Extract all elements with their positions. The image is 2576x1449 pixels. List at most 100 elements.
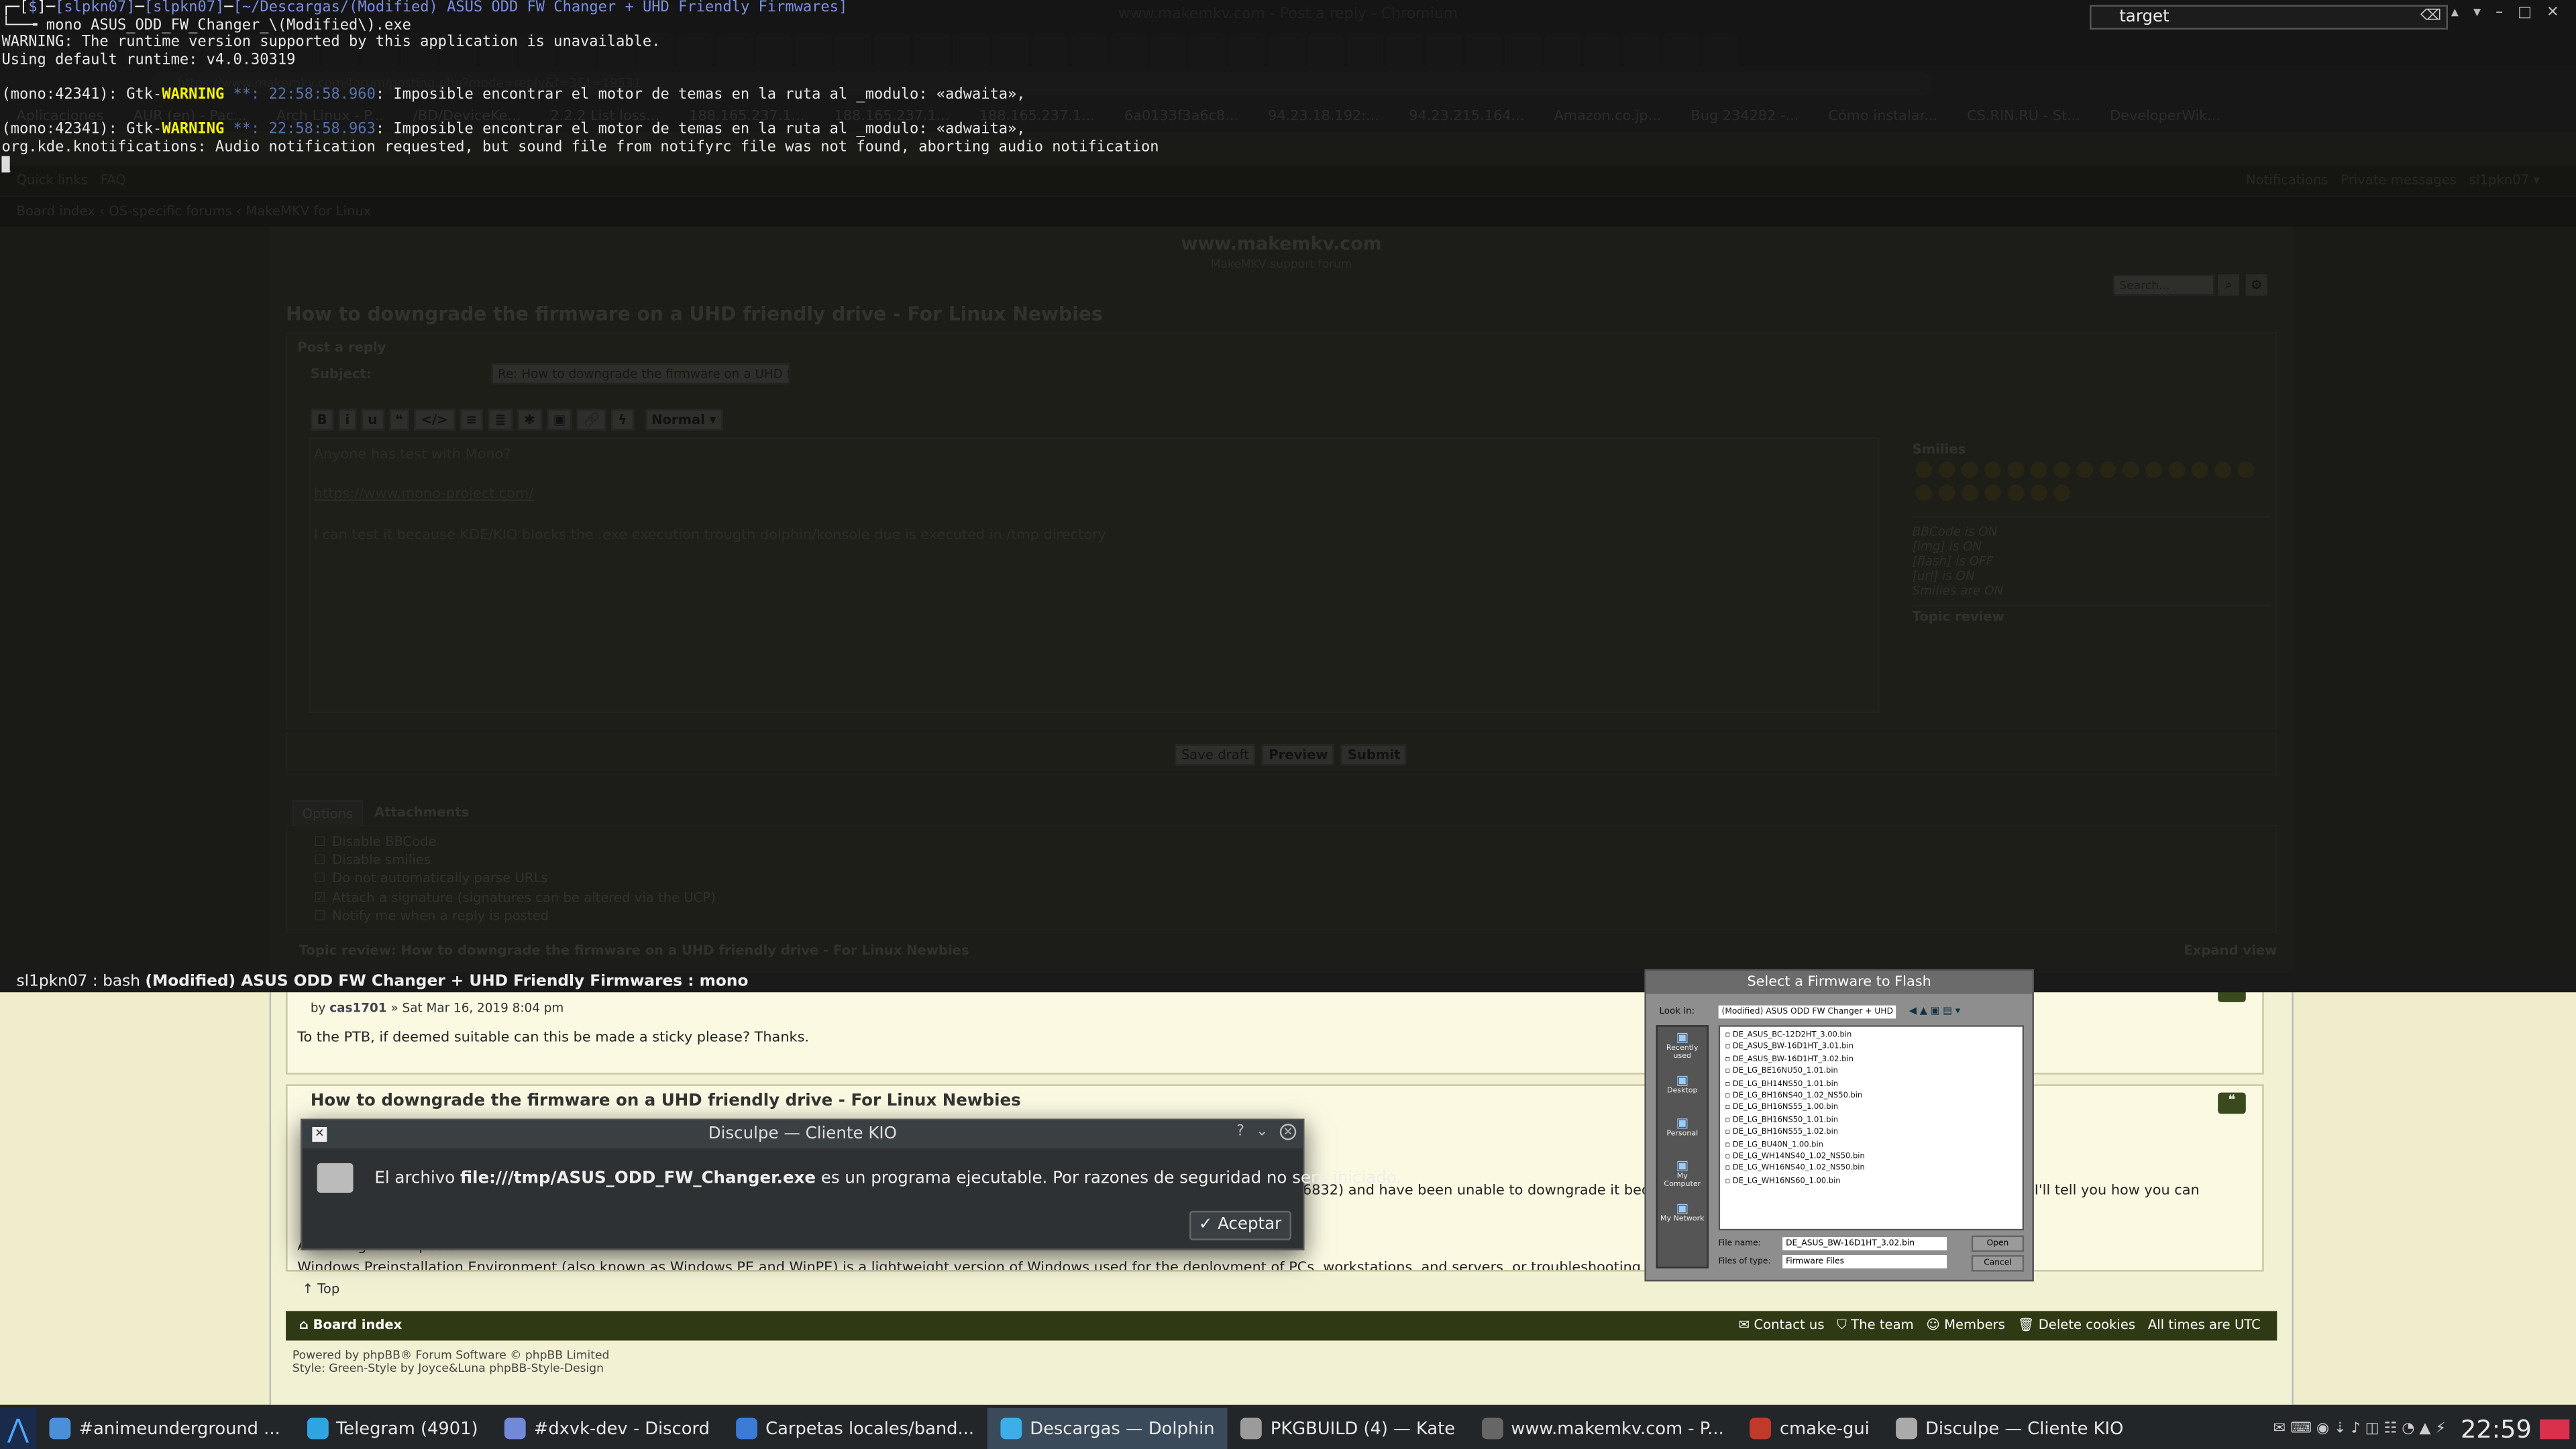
browser-tab[interactable] [282, 32, 319, 66]
browser-tab[interactable] [1623, 32, 1660, 66]
smiley-icon[interactable] [2214, 462, 2231, 478]
browser-tab[interactable] [46, 32, 83, 66]
option-checkbox[interactable]: ☐ [314, 835, 326, 849]
smiley-icon[interactable] [2007, 484, 2025, 501]
file-item[interactable]: ▫ DE_LG_BU40N_1.00.bin [1725, 1140, 2017, 1152]
browser-tab[interactable] [795, 32, 832, 66]
nav-icons[interactable]: ◀ ▲ ▣ ▤ ▾ [1909, 1006, 1960, 1017]
expand-view-link[interactable]: Expand view [2184, 943, 2277, 958]
bookmark-item[interactable]: /BD/DeviceKe... [413, 109, 521, 125]
file-item[interactable]: ▫ DE_ASUS_BW-16D1HT_3.02.bin [1725, 1055, 2017, 1067]
code-button[interactable]: </> [414, 409, 455, 431]
faq-link[interactable]: FAQ [101, 172, 126, 187]
bookmark-item[interactable]: 94.23.215.164... [1409, 109, 1524, 125]
smiley-icon[interactable] [1915, 462, 1933, 478]
file-item[interactable]: ▫ DE_ASUS_BW-16D1HT_3.01.bin [1725, 1042, 2017, 1055]
smiley-icon[interactable] [1984, 462, 2001, 478]
bookmark-item[interactable]: CS.RIN.RU - St... [1967, 109, 2080, 125]
topic-title[interactable]: How to downgrade the firmware on a UHD f… [286, 303, 1103, 325]
browser-tab[interactable] [1150, 32, 1187, 66]
browser-tab[interactable] [1031, 32, 1068, 66]
breadcrumb-board-index[interactable]: Board index [16, 204, 95, 219]
browser-tab[interactable] [400, 32, 437, 66]
find-down-icon[interactable]: ▾ [2473, 5, 2481, 30]
breadcrumb-os-forums[interactable]: OS-specific forums [109, 204, 232, 219]
underline-button[interactable]: u [361, 409, 384, 431]
browser-tab[interactable] [6, 32, 43, 66]
option-checkbox[interactable]: ☑ [314, 890, 326, 904]
bookmark-item[interactable]: 188.165.237.1... [979, 109, 1095, 125]
browser-tab[interactable] [1702, 32, 1739, 66]
open-button[interactable]: Open [1971, 1235, 2025, 1252]
browser-tab[interactable] [835, 32, 871, 66]
browser-tab[interactable] [1228, 32, 1265, 66]
browser-tab[interactable] [992, 32, 1029, 66]
browser-tab[interactable] [164, 32, 201, 66]
tab-options[interactable]: Options [292, 800, 363, 828]
italic-button[interactable]: i [338, 409, 357, 431]
smiley-icon[interactable] [2076, 462, 2094, 478]
file-item[interactable]: ▫ DE_LG_BH16NS55_1.00.bin [1725, 1103, 2017, 1115]
file-item[interactable]: ▫ DE_LG_WH14NS40_1.02_NS50.bin [1725, 1152, 2017, 1164]
smiley-icon[interactable] [2191, 462, 2208, 478]
post-title[interactable]: How to downgrade the firmware on a UHD f… [311, 1093, 1021, 1111]
address-bar[interactable]: https://www.makemkv.com/forum/posting.ph… [151, 72, 1933, 96]
browser-tab[interactable] [1071, 32, 1108, 66]
task-button[interactable]: cmake-gui [1737, 1408, 1882, 1449]
clock[interactable]: 22:59 [2461, 1413, 2532, 1443]
smiley-icon[interactable] [1962, 462, 1978, 478]
show-desktop-icon[interactable] [2540, 1418, 2570, 1439]
team-link[interactable]: ⛉ The team [1837, 1318, 1913, 1332]
smiley-icon[interactable] [2168, 462, 2186, 478]
ordered-list-button[interactable]: ≣ [488, 409, 513, 431]
cancel-button[interactable]: Cancel [1971, 1255, 2025, 1272]
browser-tab[interactable] [243, 32, 280, 66]
file-item[interactable]: ▫ DE_LG_BH16NS55_1.02.bin [1725, 1128, 2017, 1140]
browser-tab[interactable] [1386, 32, 1423, 66]
place-item[interactable]: ▣ Desktop [1658, 1069, 1707, 1112]
tray-icons[interactable]: ✉ ⌨ ◉ ⇣ ♪ ◫ ☷ ◔ ▲ ⚡ [2273, 1420, 2446, 1436]
smiley-icon[interactable] [1962, 484, 1978, 501]
clear-find-icon[interactable]: ⌫ [2420, 7, 2441, 28]
search-input[interactable]: Search... [2112, 274, 2215, 296]
file-name-input[interactable]: DE_ASUS_BW-16D1HT_3.02.bin [1782, 1237, 1947, 1250]
advanced-search-icon[interactable]: ⚙ [2245, 274, 2267, 296]
option-checkbox[interactable]: ☐ [314, 853, 326, 868]
browser-tab[interactable] [1505, 32, 1542, 66]
browser-tab[interactable] [361, 32, 398, 66]
browser-tab[interactable] [637, 32, 674, 66]
members-link[interactable]: ☺ Members [1926, 1318, 2004, 1332]
quote-button[interactable]: ❝ [388, 409, 410, 431]
find-bar[interactable]: target ⌫ [2090, 5, 2449, 30]
browser-tab[interactable] [755, 32, 792, 66]
post-author[interactable]: cas1701 [329, 1000, 386, 1015]
list-button[interactable]: ≡ [459, 409, 484, 431]
quote-button[interactable]: ❝ [2218, 1092, 2246, 1114]
accept-button[interactable]: ✓ Aceptar [1189, 1210, 1291, 1240]
bold-button[interactable]: B [310, 409, 334, 431]
browser-tab[interactable] [953, 32, 989, 66]
bookmark-item[interactable]: DeveloperWik... [2110, 109, 2220, 125]
smiley-icon[interactable] [1938, 462, 1955, 478]
submit-button[interactable]: Submit [1341, 744, 1407, 766]
preview-button[interactable]: Preview [1262, 744, 1335, 766]
file-item[interactable]: ▫ DE_LG_BH14NS50_1.01.bin [1725, 1079, 2017, 1091]
smiley-icon[interactable] [2123, 462, 2139, 478]
bookmark-item[interactable]: 2.2.2 List loss... [551, 109, 660, 125]
smiley-icon[interactable] [2053, 484, 2070, 501]
bookmark-item[interactable]: Cómo instalar... [1828, 109, 1937, 125]
save-draft-button[interactable]: Save draft [1175, 744, 1256, 766]
task-button[interactable]: www.makemkv.com - P... [1468, 1408, 1737, 1449]
topic-review-link[interactable]: Topic review [1913, 610, 2271, 625]
maximize-icon[interactable]: □ [2518, 5, 2532, 30]
subject-input[interactable]: Re: How to downgrade the firmware on a U… [491, 363, 790, 385]
task-button[interactable]: Descargas — Dolphin [987, 1407, 1228, 1449]
delete-cookies-link[interactable]: 🗑 Delete cookies [2018, 1318, 2136, 1332]
bookmark-item[interactable]: Bug 234282 -... [1691, 109, 1799, 125]
task-button[interactable]: Disculpe — Cliente KIO [1882, 1408, 2137, 1449]
close-icon[interactable]: ✕ [1279, 1124, 1297, 1140]
file-item[interactable]: ▫ DE_ASUS_BC-12D2HT_3.00.bin [1725, 1030, 2017, 1042]
smiley-icon[interactable] [2237, 462, 2255, 478]
task-button[interactable]: Carpetas locales/band... [722, 1408, 987, 1449]
task-button[interactable]: #dxvk-dev - Discord [491, 1408, 722, 1449]
